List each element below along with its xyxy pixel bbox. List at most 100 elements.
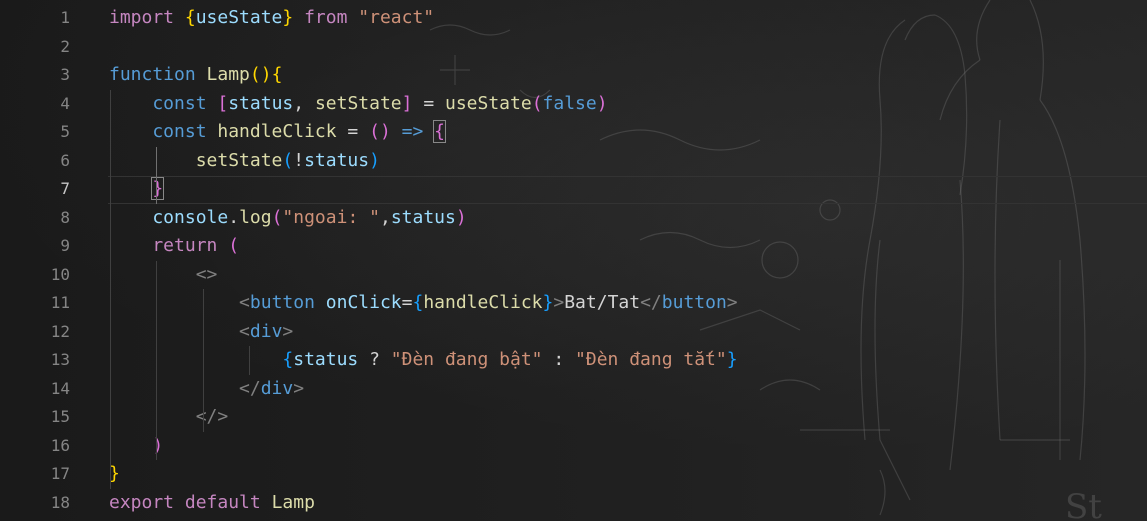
code-line[interactable]: 12 <div> — [0, 318, 1147, 347]
code-text[interactable]: setState(!status) — [109, 147, 380, 176]
code-token: log — [239, 206, 272, 228]
code-token: console — [109, 206, 229, 228]
code-line[interactable]: 8 console.log("ngoai: ",status) — [0, 204, 1147, 233]
indent-guide — [110, 89, 111, 489]
code-token: div — [249, 320, 283, 342]
code-token: const — [109, 92, 218, 114]
code-text[interactable]: </div> — [109, 375, 304, 404]
code-text[interactable]: <div> — [109, 318, 293, 347]
code-token: Bat/Tat — [564, 292, 641, 313]
code-token: () — [369, 121, 391, 142]
line-number: 8 — [60, 207, 70, 227]
code-text[interactable]: const handleClick = () => { — [109, 118, 446, 147]
code-token: return — [109, 235, 229, 256]
code-line[interactable]: 14 </div> — [0, 375, 1147, 404]
line-number: 6 — [60, 150, 70, 170]
line-number: 12 — [50, 321, 70, 341]
code-token: const — [109, 121, 218, 142]
line-number: 16 — [50, 435, 70, 455]
code-line[interactable]: 11 <button onClick={handleClick}>Bat/Tat… — [0, 289, 1147, 318]
code-token: } — [151, 177, 165, 200]
code-text[interactable]: function Lamp(){ — [109, 61, 282, 90]
code-token: Lamp — [206, 64, 250, 85]
code-token: setState — [314, 92, 402, 114]
code-token: { — [412, 292, 424, 313]
code-text[interactable]: const [status, setState] = useState(fals… — [109, 90, 607, 119]
code-token: . — [228, 206, 240, 228]
code-token: > — [553, 292, 565, 313]
code-token: ! — [293, 149, 305, 171]
code-text[interactable]: </> — [109, 403, 229, 432]
code-line[interactable]: 1 import {useState} from "react" — [0, 4, 1147, 33]
code-line[interactable]: 4 const [status, setState] = useState(fa… — [0, 90, 1147, 119]
code-line[interactable]: 13 {status ? "Đèn đang bật" : "Đèn đang … — [0, 346, 1147, 375]
code-line[interactable]: 2 — [0, 33, 1147, 62]
code-line[interactable]: 6 setState(!status) — [0, 147, 1147, 176]
code-token: useState — [445, 92, 532, 114]
code-text[interactable]: console.log("ngoai: ",status) — [109, 204, 467, 233]
code-token: </> — [109, 406, 229, 427]
code-line[interactable]: 18 export default Lamp — [0, 489, 1147, 518]
code-token: "Đèn đang tắt" — [575, 349, 727, 370]
code-token: from — [293, 7, 359, 28]
code-text[interactable]: import {useState} from "react" — [109, 4, 434, 33]
code-line[interactable]: 10 <> — [0, 261, 1147, 290]
code-line[interactable]: 5 const handleClick = () => { — [0, 118, 1147, 147]
code-token: } — [726, 349, 738, 370]
code-token: onClick — [325, 292, 402, 313]
line-number: 4 — [60, 93, 70, 113]
code-token: status — [228, 92, 294, 114]
code-token: } — [542, 292, 554, 313]
line-number: 17 — [50, 464, 70, 483]
code-token: < — [109, 320, 250, 342]
code-token: handleClick — [217, 121, 337, 142]
code-token: : — [542, 349, 576, 370]
code-token: > — [293, 377, 305, 399]
code-token: < — [109, 292, 250, 313]
code-token: , — [293, 92, 315, 114]
code-token: status — [390, 206, 456, 228]
code-token: [ — [217, 92, 229, 114]
code-token: status — [293, 349, 359, 370]
code-token: ( — [228, 235, 240, 256]
code-token: </ — [109, 377, 261, 399]
code-editor[interactable]: 1 import {useState} from "react" 2 3 functio… — [0, 0, 1147, 521]
code-token: useState — [195, 7, 283, 28]
line-number: 11 — [50, 293, 70, 312]
code-token: } — [282, 7, 294, 28]
line-number: 13 — [50, 350, 70, 369]
code-token: , — [379, 206, 391, 228]
code-token: handleClick — [423, 292, 543, 313]
code-line[interactable]: 3 function Lamp(){ — [0, 61, 1147, 90]
line-number: 10 — [50, 264, 70, 284]
code-token: ] — [401, 92, 413, 114]
code-line[interactable]: 16 ) — [0, 432, 1147, 461]
code-token: div — [260, 377, 294, 399]
code-token: ( — [271, 206, 283, 228]
code-token: { — [282, 349, 294, 370]
code-line[interactable]: 7 } — [0, 175, 1147, 204]
indent-guide — [203, 289, 204, 432]
code-line[interactable]: 15 </> — [0, 403, 1147, 432]
code-text[interactable]: <> — [109, 261, 218, 290]
line-number: 9 — [60, 236, 70, 255]
code-line[interactable]: 9 return ( — [0, 232, 1147, 261]
code-token: ) — [455, 206, 467, 228]
code-token: default — [184, 491, 272, 513]
code-text[interactable]: return ( — [109, 232, 239, 261]
code-token: ) — [369, 149, 380, 171]
code-token: { — [433, 120, 446, 143]
code-token: ( — [531, 92, 543, 114]
code-token: status — [304, 149, 370, 171]
line-number: 18 — [50, 492, 70, 512]
indent-guide — [249, 346, 250, 375]
line-number: 14 — [50, 378, 70, 398]
code-token: button — [661, 292, 727, 313]
line-number: 7 — [60, 179, 70, 198]
current-line-highlight — [108, 176, 1147, 204]
code-text[interactable]: export default Lamp — [109, 489, 315, 518]
code-token: () — [249, 64, 272, 85]
code-line[interactable]: 17} — [0, 460, 1147, 489]
